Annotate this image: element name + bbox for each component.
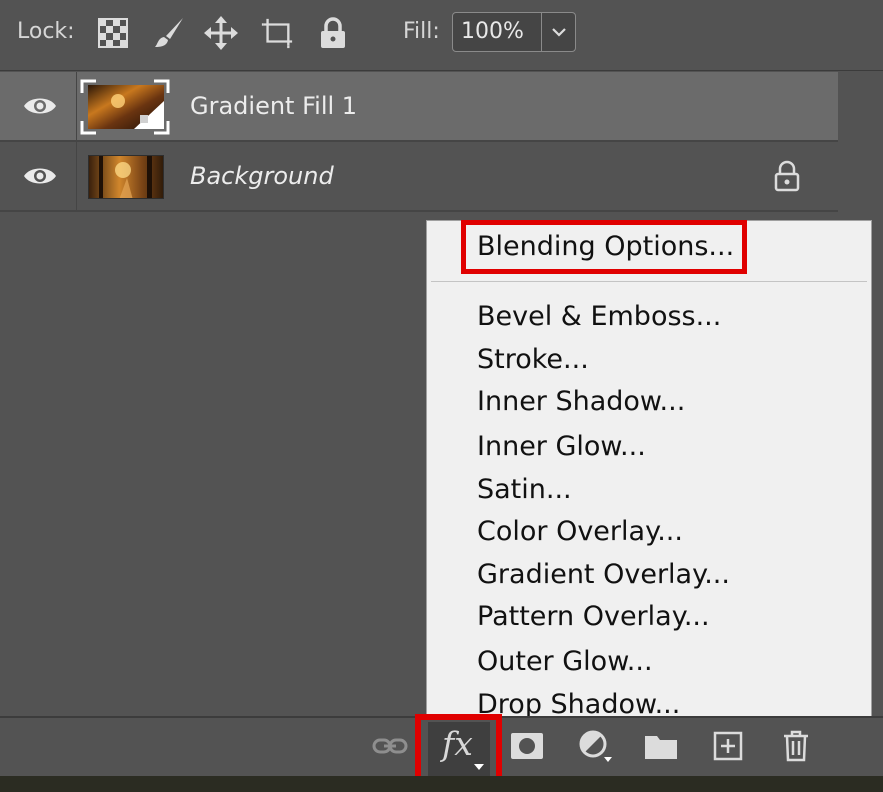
lock-all-icon[interactable] [316,14,350,52]
layer-thumbnail[interactable] [88,155,164,199]
highlight-box-blending-options [461,220,747,274]
folder-icon[interactable] [644,728,678,764]
menu-item-gradient-overlay[interactable]: Gradient Overlay... [477,559,730,590]
layer-divider [0,210,838,212]
trash-icon[interactable] [780,728,812,764]
menu-item-stroke[interactable]: Stroke... [477,344,589,375]
layer-thumbnail[interactable] [88,85,164,129]
lock-transparent-pixels-icon[interactable] [96,14,130,52]
background-strip [0,776,883,792]
lock-position-icon[interactable] [204,14,238,52]
fill-value[interactable]: 100% [461,19,524,44]
menu-item-pattern-overlay[interactable]: Pattern Overlay... [477,601,710,632]
eye-icon[interactable] [22,164,58,188]
menu-item-inner-shadow[interactable]: Inner Shadow... [477,386,685,417]
lock-artboard-icon[interactable] [260,14,294,52]
menu-separator [431,281,867,282]
menu-item-bevel-emboss[interactable]: Bevel & Emboss... [477,301,721,332]
padlock-icon[interactable] [773,160,801,192]
chevron-down-icon[interactable] [543,13,575,51]
visibility-column-divider [76,72,77,140]
menu-item-color-overlay[interactable]: Color Overlay... [477,516,683,547]
mask-icon[interactable] [510,728,544,764]
fill-field[interactable]: 100% [452,12,576,52]
new-layer-icon[interactable] [712,728,744,764]
layer-row-background[interactable]: Background [0,142,838,210]
lock-image-pixels-icon[interactable] [152,14,186,52]
eye-icon[interactable] [22,94,58,118]
lock-fill-bar: Lock: Fill: 100% [0,0,883,70]
fill-divider [541,13,542,51]
bar-divider [0,70,883,71]
menu-item-inner-glow[interactable]: Inner Glow... [477,431,646,462]
menu-item-outer-glow[interactable]: Outer Glow... [477,646,653,677]
adjustment-icon[interactable] [578,728,614,764]
fill-label: Fill: [403,19,440,44]
layer-style-menu: Blending Options... Bevel & Emboss... St… [426,220,872,726]
layer-name[interactable]: Gradient Fill 1 [190,92,357,120]
layer-name[interactable]: Background [190,162,334,190]
visibility-column-divider [76,142,77,210]
menu-item-satin[interactable]: Satin... [477,474,572,505]
lock-label: Lock: [17,19,75,44]
link-icon[interactable] [372,728,408,764]
layer-row-gradient-fill[interactable]: Gradient Fill 1 [0,72,838,140]
